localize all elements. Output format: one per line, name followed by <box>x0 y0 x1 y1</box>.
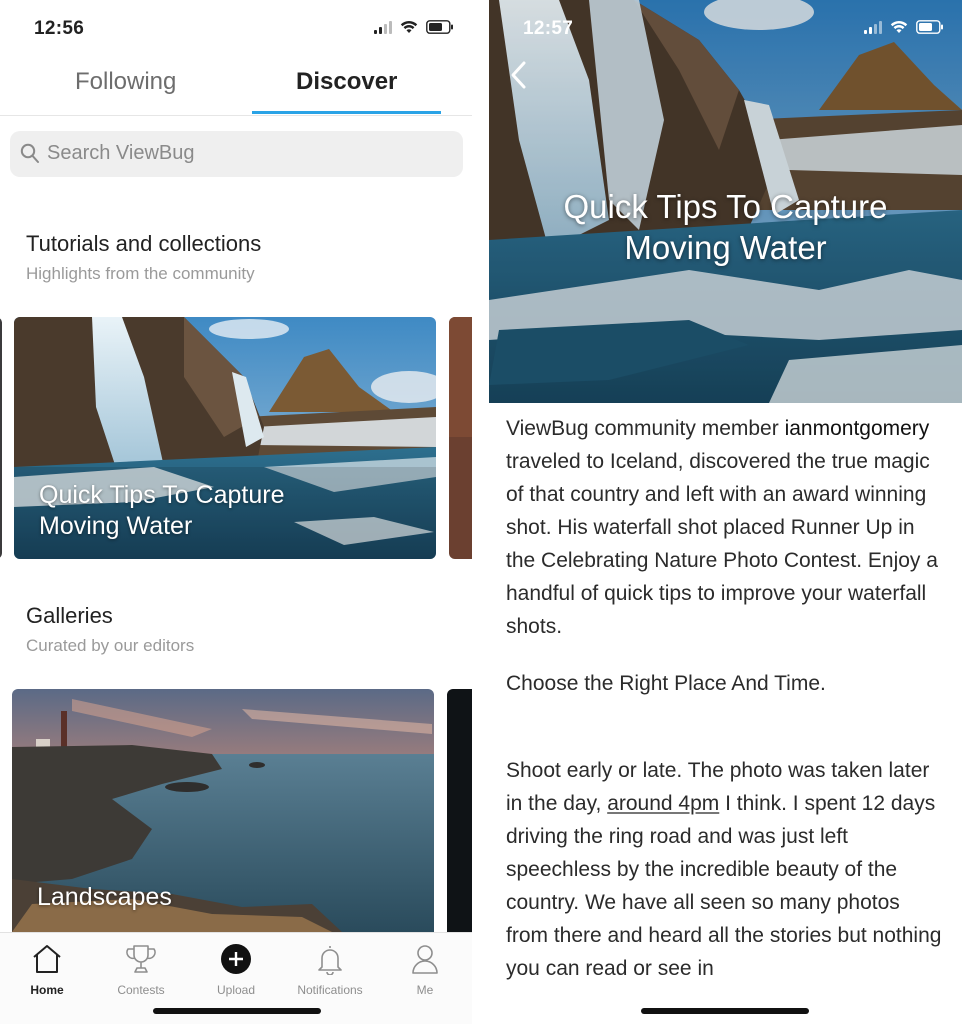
article-paragraph-2: Choose the Right Place And Time. <box>506 672 826 695</box>
home-icon <box>0 941 94 977</box>
article-paragraph-3: Shoot early or late. The photo was taken… <box>506 759 942 980</box>
author-link[interactable]: ianmontgomery <box>785 417 930 440</box>
tabbar-notifications-label: Notifications <box>297 983 363 997</box>
search-input[interactable]: Search ViewBug <box>47 142 195 165</box>
article-title: Quick Tips To Capture Moving Water <box>563 188 888 266</box>
next-card-peek[interactable] <box>449 317 472 559</box>
status-bar: 12:57 <box>489 0 962 56</box>
wifi-icon <box>400 20 418 34</box>
tabbar-upload-label: Upload <box>216 983 256 997</box>
time-link[interactable]: around 4pm <box>607 792 719 815</box>
tabbar-home-label: Home <box>30 983 64 997</box>
tutorials-subtitle: Highlights from the community <box>26 264 255 283</box>
home-indicator <box>641 1008 809 1014</box>
galleries-title: Galleries <box>26 603 113 628</box>
back-button[interactable] <box>509 60 529 95</box>
tabbar-home[interactable]: Home <box>0 941 94 997</box>
bottom-tab-bar: Home Contests Upload Notifications Me <box>0 932 472 1024</box>
trophy-icon <box>94 941 188 977</box>
tutorials-title: Tutorials and collections <box>26 231 262 256</box>
plus-circle-icon <box>189 941 283 977</box>
tabbar-me[interactable]: Me <box>378 941 472 997</box>
gallery-card-landscapes[interactable]: Landscapes <box>12 689 434 932</box>
discover-screen: 12:56 Following Discover Search ViewBug … <box>0 0 472 1024</box>
tabbar-contests[interactable]: Contests <box>94 941 188 997</box>
wifi-icon <box>890 20 908 34</box>
previous-card-peek[interactable] <box>0 317 2 559</box>
tabbar-notifications[interactable]: Notifications <box>283 941 377 997</box>
tutorial-card-title-line1: Quick Tips To Capture <box>39 481 285 509</box>
active-tab-indicator <box>252 111 441 114</box>
tab-discover[interactable]: Discover <box>296 68 397 96</box>
chevron-left-icon <box>511 61 526 89</box>
signal-icon <box>864 20 882 34</box>
screens-divider <box>472 0 489 1024</box>
battery-icon <box>916 20 944 34</box>
search-icon <box>20 143 40 170</box>
article-body: ViewBug community member ianmontgomery t… <box>506 412 946 1009</box>
person-icon <box>378 941 472 977</box>
tabbar-upload[interactable]: Upload <box>189 941 283 997</box>
article-hero: 12:57 Quick Tips To Capture Moving Water <box>489 0 962 403</box>
tabbar-contests-label: Contests <box>117 983 165 997</box>
tab-following[interactable]: Following <box>75 68 176 96</box>
home-indicator <box>153 1008 321 1014</box>
tutorial-card-title-line2: Moving Water <box>39 512 193 540</box>
gallery-card-title: Landscapes <box>37 883 172 911</box>
search-bar[interactable]: Search ViewBug <box>10 131 463 177</box>
galleries-subtitle: Curated by our editors <box>26 636 195 655</box>
article-paragraph-1: ViewBug community member ianmontgomery t… <box>506 417 938 638</box>
article-screen: 12:57 Quick Tips To Capture Moving Water <box>489 0 962 1024</box>
top-tabs: Following Discover <box>0 56 472 116</box>
bell-icon <box>283 941 377 977</box>
status-time: 12:56 <box>34 18 85 39</box>
tabbar-me-label: Me <box>416 983 434 997</box>
next-gallery-peek[interactable] <box>447 689 472 932</box>
signal-icon <box>374 20 392 34</box>
status-time: 12:57 <box>523 18 574 39</box>
status-bar: 12:56 <box>0 0 472 56</box>
battery-icon <box>426 20 454 34</box>
tutorial-card-moving-water[interactable]: Quick Tips To Capture Moving Water <box>14 317 436 559</box>
